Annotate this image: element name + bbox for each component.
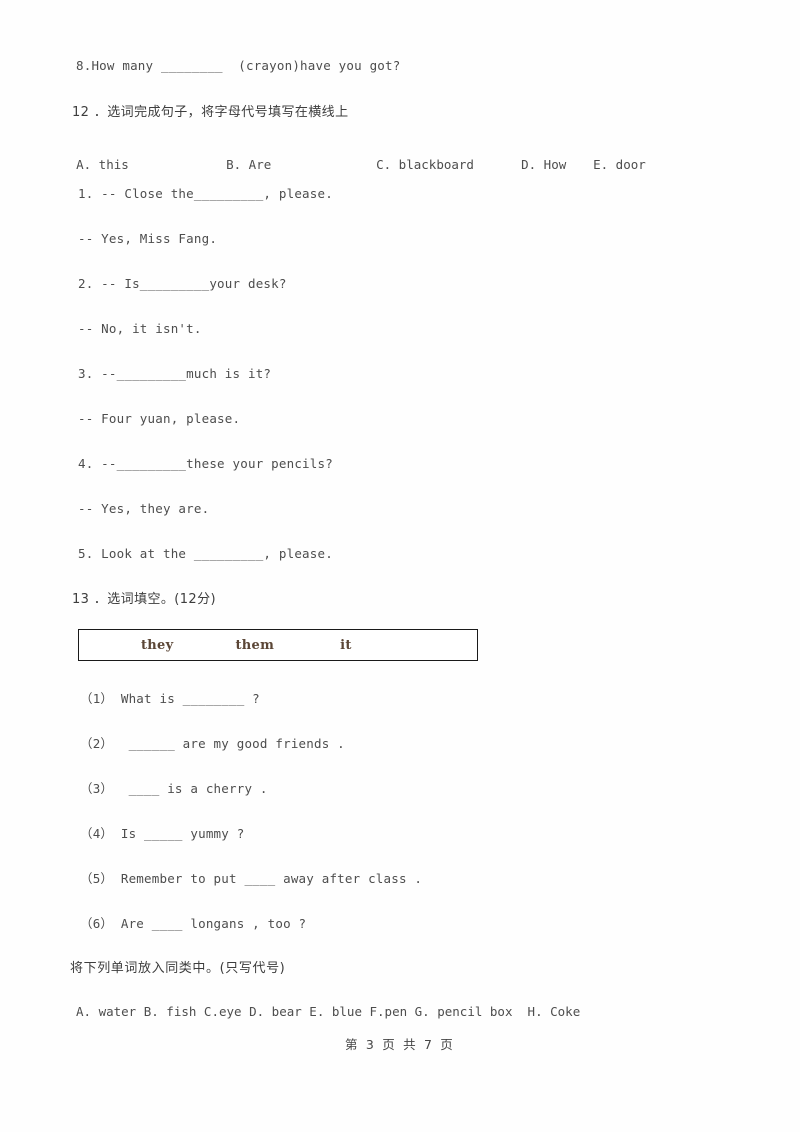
q13-item-1: （1） What is ________ ? (80, 691, 260, 706)
option-e: E. door (593, 157, 646, 172)
q12-item-5: 5. Look at the _________, please. (78, 546, 333, 561)
word-bank-item-them: them (235, 637, 275, 653)
q13-item-3: （3） ____ is a cherry . (80, 781, 268, 796)
q12-item-3: 3. --_________much is it? (78, 366, 272, 381)
option-d: D. How (521, 157, 567, 172)
question-12-heading: 12 ．选词完成句子，将字母代号填写在横线上 (72, 105, 349, 120)
q12-item-2-answer: -- No, it isn't. (78, 321, 202, 336)
q12-item-1: 1. -- Close the_________, please. (78, 186, 333, 201)
word-bank-item-they: they (141, 637, 174, 653)
q12-item-3-answer: -- Four yuan, please. (78, 411, 241, 426)
question-13-heading: 13 ．选词填空。(12分) (72, 592, 216, 607)
question-12-options: A. this B. Are C. blackboard D. How E. door (46, 142, 766, 187)
q12-item-4: 4. --_________these your pencils? (78, 456, 333, 471)
q13-item-6: （6） Are ____ longans , too ? (80, 916, 307, 931)
q12-item-2: 2. -- Is_________your desk? (78, 276, 287, 291)
worksheet-page: 8.How many ________ (crayon)have you got… (0, 0, 800, 1132)
option-c: C. blackboard (376, 157, 474, 172)
q13-item-4: （4） Is _____ yummy ? (80, 826, 245, 841)
word-bank-item-it: it (340, 637, 352, 653)
option-a: A. this (76, 157, 129, 172)
word-bank-box: they them it (78, 629, 478, 661)
q12-item-1-answer: -- Yes, Miss Fang. (78, 231, 218, 246)
option-b: B. Are (226, 157, 272, 172)
q13-item-5: （5） Remember to put ____ away after clas… (80, 871, 423, 886)
question-14-heading: 将下列单词放入同类中。(只写代号) (70, 961, 286, 976)
page-footer: 第 3 页 共 7 页 (345, 1037, 455, 1052)
carryover-item-8: 8.How many ________ (crayon)have you got… (76, 58, 401, 73)
q13-item-2: （2） ______ are my good friends . (80, 736, 345, 751)
question-14-word-list: A. water B. fish C.eye D. bear E. blue F… (76, 1004, 581, 1019)
q12-item-4-answer: -- Yes, they are. (78, 501, 210, 516)
